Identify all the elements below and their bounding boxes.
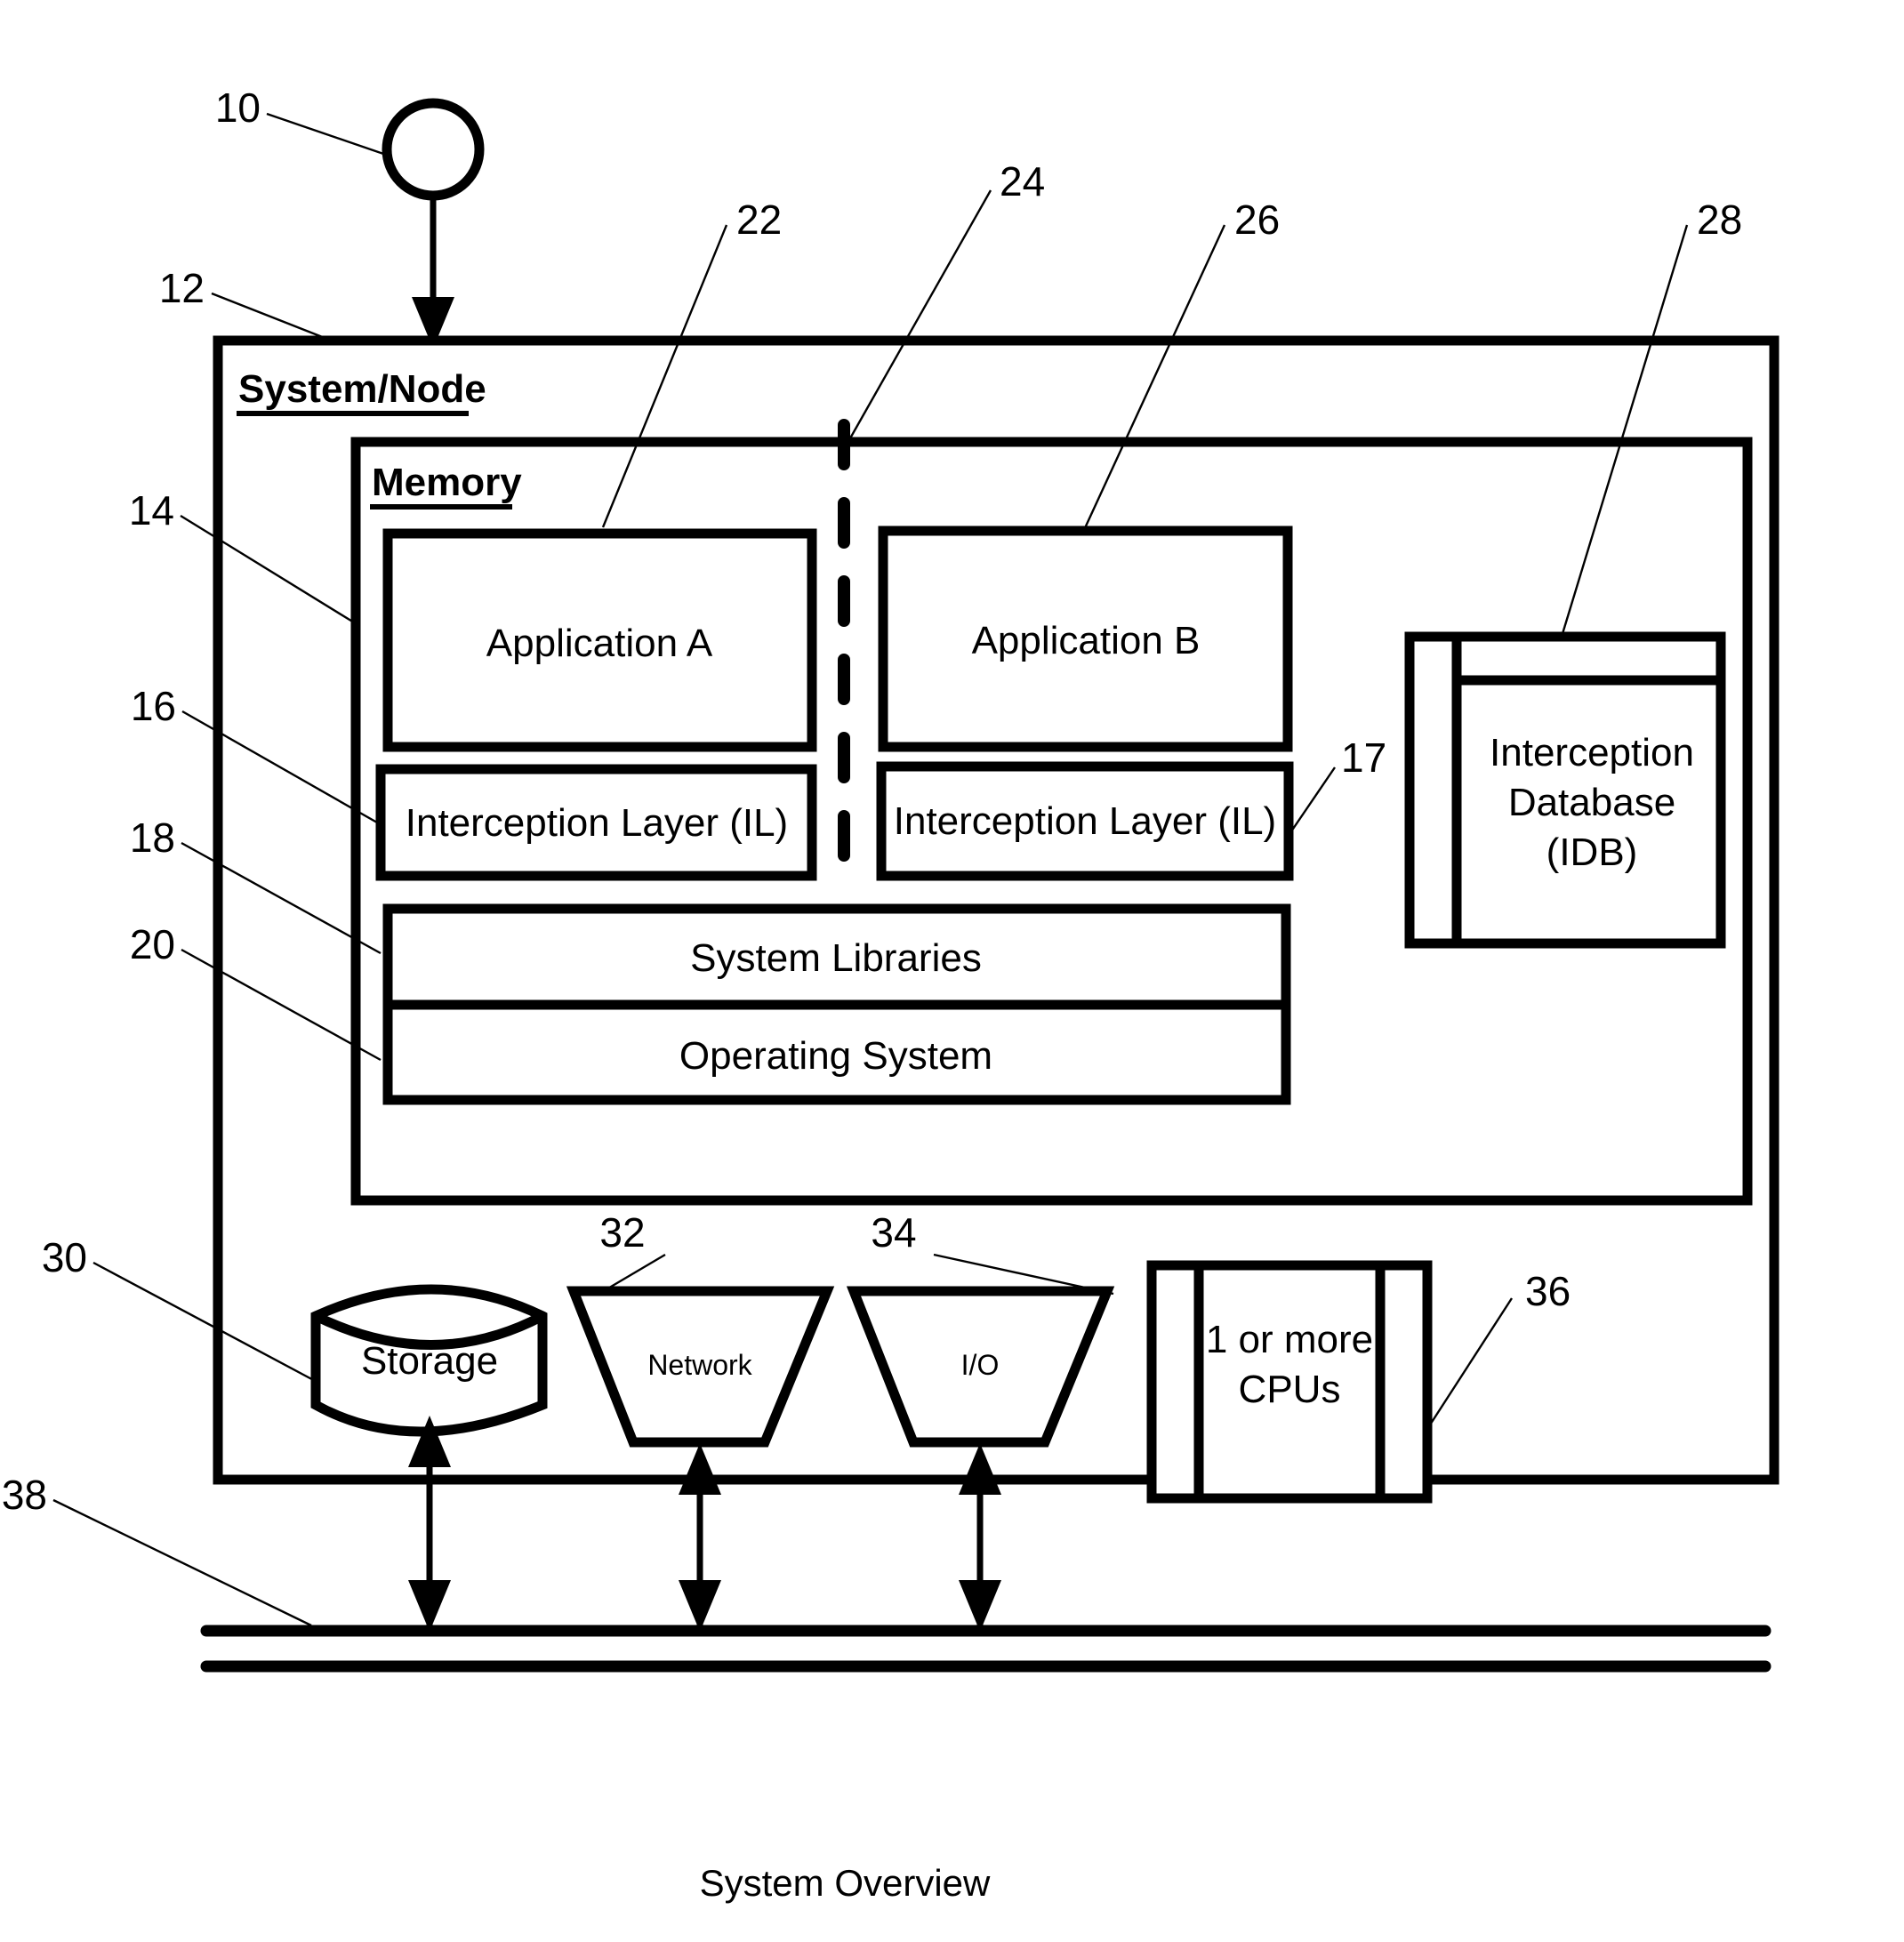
refnum-38: 38 bbox=[2, 1472, 47, 1518]
refnum-34: 34 bbox=[871, 1209, 916, 1256]
network-label: Network bbox=[647, 1349, 752, 1381]
leader-line-38 bbox=[52, 1498, 312, 1627]
refnum-30: 30 bbox=[42, 1234, 87, 1280]
leader-line-12 bbox=[211, 292, 325, 340]
refnum-32: 32 bbox=[599, 1209, 645, 1256]
idb-label-line2: Database bbox=[1508, 781, 1675, 824]
external-actor-group: 10 bbox=[215, 84, 485, 349]
refnum-10: 10 bbox=[215, 84, 261, 131]
external-bus-group: 38 bbox=[2, 1472, 1771, 1673]
refnum-20: 20 bbox=[130, 921, 175, 967]
figure-page: 10 12 System/Node 14 Memory 22 Applicati… bbox=[0, 0, 1904, 1942]
leader-line-10 bbox=[266, 112, 390, 157]
refnum-16: 16 bbox=[131, 683, 176, 729]
system-libraries-label: System Libraries bbox=[690, 936, 982, 980]
cpus-label-line2: CPUs bbox=[1239, 1368, 1341, 1411]
interception-layer-a-label: Interception Layer (IL) bbox=[406, 801, 788, 845]
cpus-label-line1: 1 or more bbox=[1206, 1318, 1373, 1361]
idb-label-line3: (IDB) bbox=[1546, 831, 1638, 874]
actor-circle-icon bbox=[382, 98, 485, 201]
refnum-22: 22 bbox=[736, 197, 782, 243]
io-bus-arrowhead-down-icon bbox=[959, 1580, 1001, 1632]
storage-bus-arrowhead-down-icon bbox=[408, 1580, 451, 1632]
refnum-28: 28 bbox=[1697, 197, 1742, 243]
refnum-24: 24 bbox=[1000, 158, 1045, 205]
io-label: I/O bbox=[961, 1349, 1000, 1381]
network-bus-arrowhead-down-icon bbox=[679, 1580, 721, 1632]
memory-title: Memory bbox=[372, 461, 522, 504]
refnum-36: 36 bbox=[1525, 1268, 1571, 1314]
storage-label: Storage bbox=[361, 1339, 498, 1383]
idb-label-line1: Interception bbox=[1490, 731, 1694, 774]
application-b-label: Application B bbox=[972, 619, 1201, 662]
refnum-17: 17 bbox=[1341, 734, 1386, 781]
refnum-12: 12 bbox=[159, 265, 205, 311]
operating-system-label: Operating System bbox=[679, 1034, 992, 1078]
refnum-14: 14 bbox=[129, 487, 174, 534]
refnum-26: 26 bbox=[1234, 197, 1280, 243]
refnum-18: 18 bbox=[130, 815, 175, 861]
interception-layer-b-label: Interception Layer (IL) bbox=[894, 799, 1276, 843]
application-a-label: Application A bbox=[486, 622, 713, 665]
figure-caption: System Overview bbox=[700, 1862, 991, 1904]
system-overview-diagram: 10 12 System/Node 14 Memory 22 Applicati… bbox=[2, 84, 1779, 1904]
system-node-title: System/Node bbox=[238, 367, 486, 411]
